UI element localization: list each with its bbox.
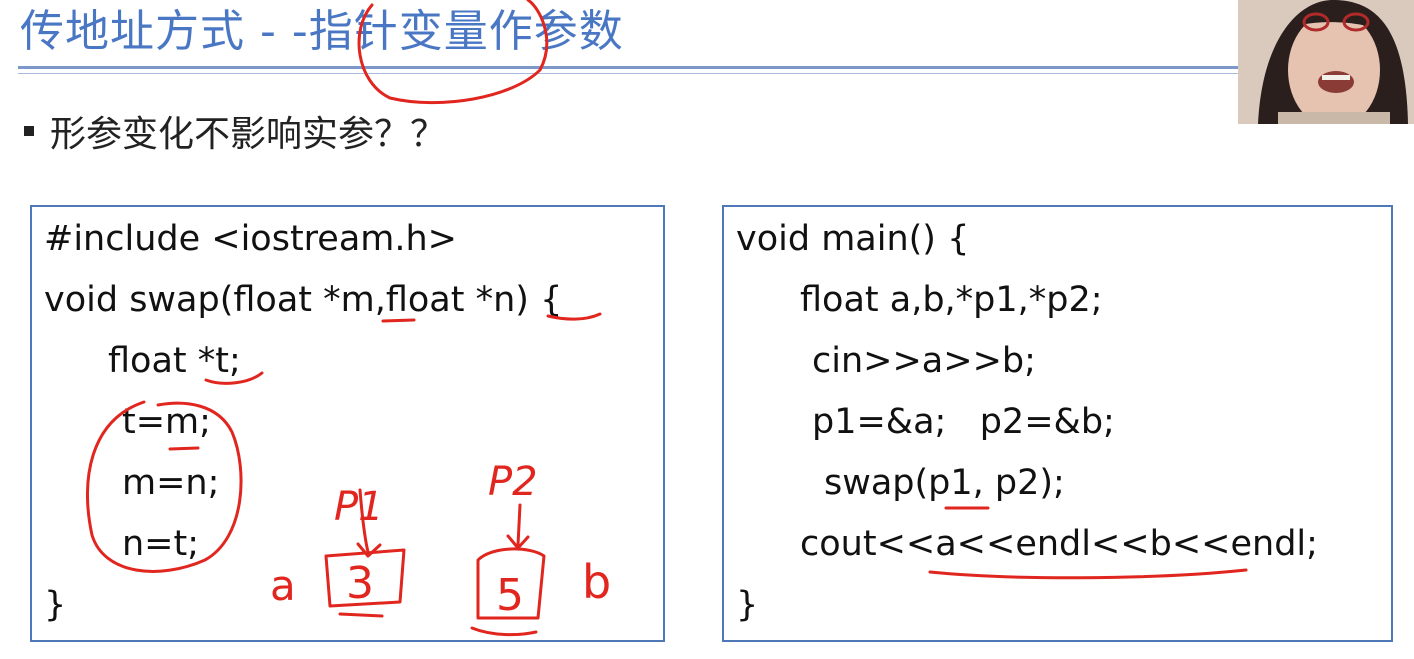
code-box-swap-function: #include <iostream.h> void swap(float *m… [30, 205, 665, 642]
bullet-item: 形参变化不影响实参？？ [24, 106, 446, 156]
code-line: cin>>a>>b; [812, 341, 1036, 381]
title-underline [18, 66, 1240, 69]
code-line: m=n; [122, 463, 220, 503]
code-line: void swap(float *m,float *n) { [44, 280, 563, 320]
code-line: float a,b,*p1,*p2; [800, 280, 1103, 320]
bullet-square-icon [24, 126, 34, 136]
code-line: cout<<a<<endl<<b<<endl; [800, 524, 1318, 564]
code-line: t=m; [122, 402, 211, 442]
code-line: p1=&a; p2=&b; [812, 402, 1115, 442]
code-line: float *t; [108, 341, 241, 381]
code-line: swap(p1, p2); [824, 463, 1065, 503]
code-line: #include <iostream.h> [44, 219, 458, 259]
presenter-webcam [1238, 0, 1414, 124]
code-line: void main() { [736, 219, 970, 259]
title-underline-thin [18, 73, 1240, 74]
code-box-main-function: void main() { float a,b,*p1,*p2; cin>>a>… [722, 205, 1393, 642]
slide-title: 传地址方式 - -指针变量作参数 [20, 6, 624, 57]
code-line: } [44, 585, 67, 625]
bullet-text: 形参变化不影响实参？？ [50, 114, 447, 155]
code-line: n=t; [122, 524, 200, 564]
code-line: } [736, 585, 759, 625]
